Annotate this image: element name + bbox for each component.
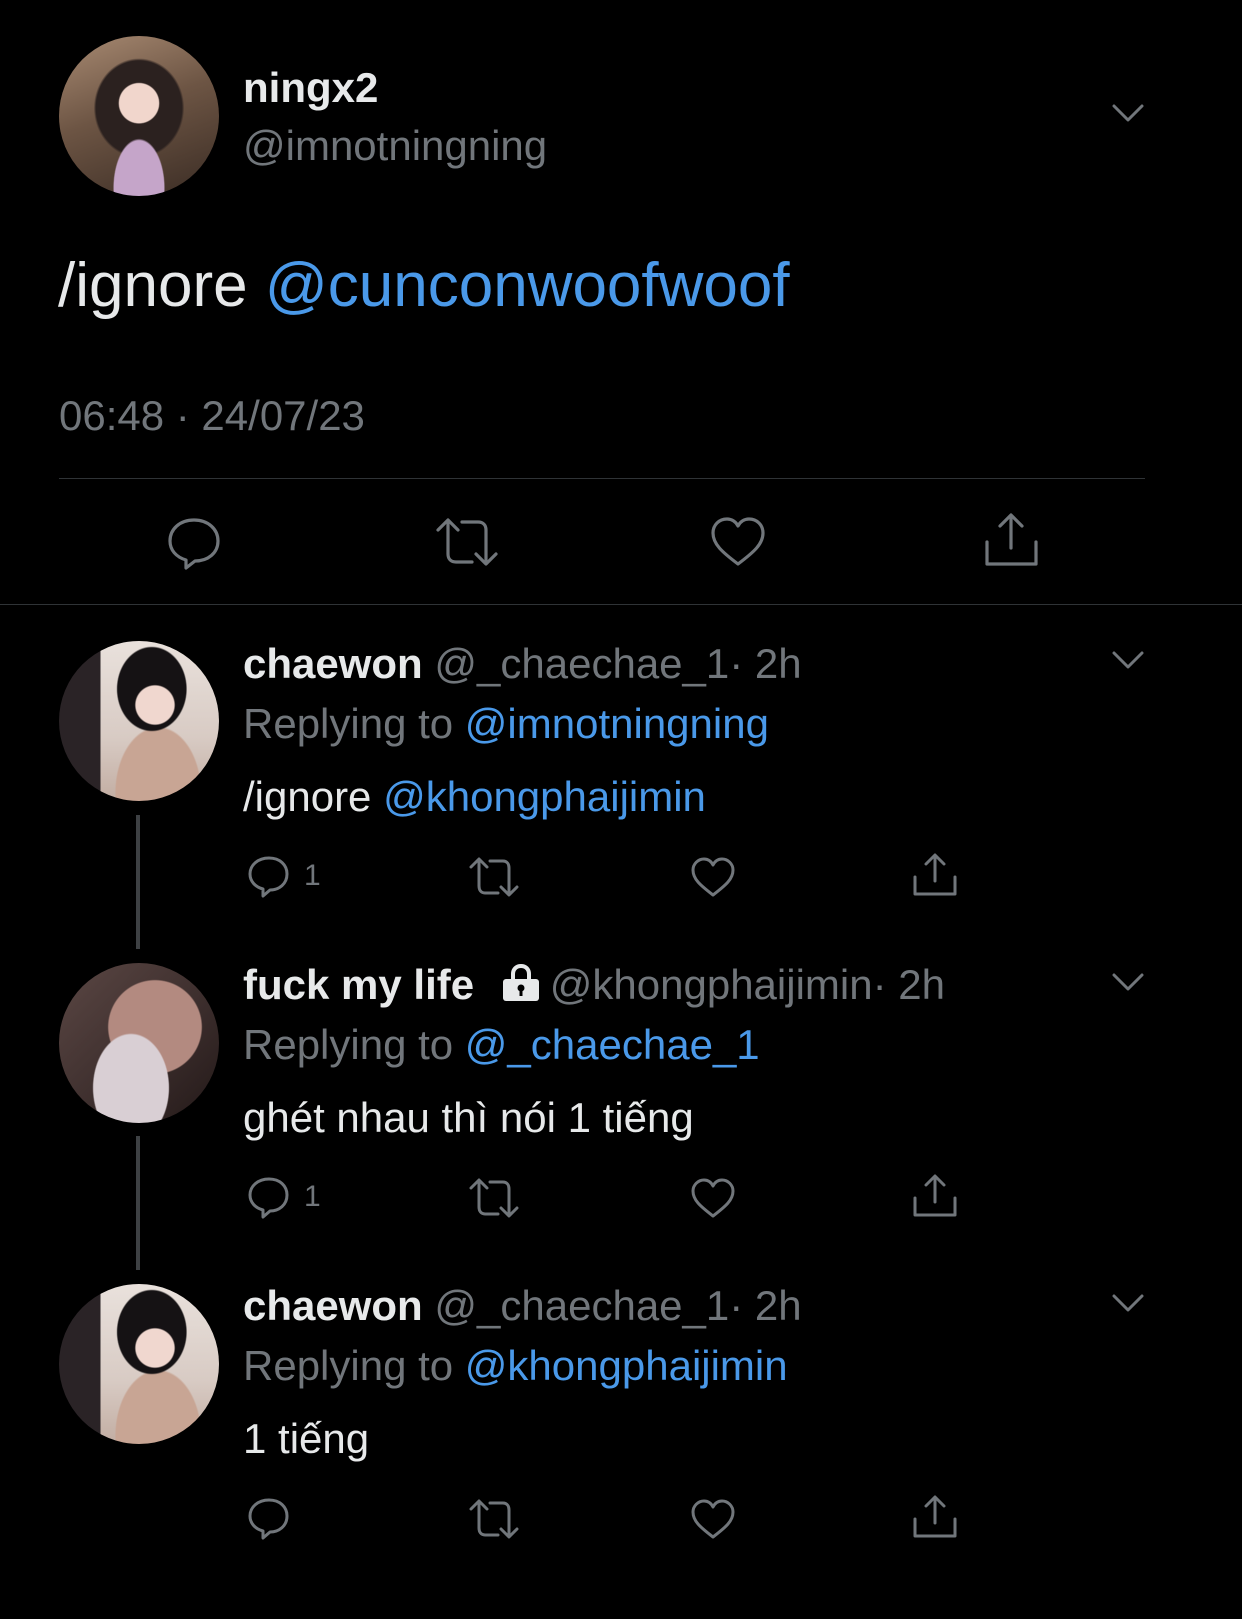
handle[interactable]: @khongphaijimin xyxy=(550,961,873,1008)
replying-to-link[interactable]: @_chaechae_1 xyxy=(465,1021,760,1068)
replying-to-link[interactable]: @khongphaijimin xyxy=(465,1342,788,1389)
timestamp[interactable]: 06:48 · 24/07/23 xyxy=(59,392,365,440)
divider xyxy=(59,478,1145,479)
share-icon[interactable] xyxy=(982,510,1042,570)
mention-link[interactable]: @cunconwoofwoof xyxy=(265,251,790,320)
display-name[interactable]: fuck my life xyxy=(243,961,474,1008)
share-icon[interactable] xyxy=(911,1172,959,1220)
retweet-icon[interactable] xyxy=(434,514,500,570)
reply-text-prefix: /ignore xyxy=(243,773,384,820)
like-icon[interactable] xyxy=(689,1176,737,1220)
avatar[interactable] xyxy=(59,1284,219,1444)
replying-to: Replying to @_chaechae_1 xyxy=(243,1021,760,1069)
time[interactable]: · 2h xyxy=(873,961,945,1008)
reply-icon[interactable] xyxy=(246,1174,292,1220)
like-icon[interactable] xyxy=(689,855,737,899)
replying-label: Replying to xyxy=(243,1021,465,1068)
tweet-text: /ignore @cunconwoofwoof xyxy=(58,250,790,321)
reply-text: /ignore @khongphaijimin xyxy=(243,773,706,821)
display-name[interactable]: ningx2 xyxy=(243,64,378,112)
handle[interactable]: @imnotningning xyxy=(243,122,547,170)
display-name[interactable]: chaewon xyxy=(243,640,423,687)
reply-header: fuck my life @khongphaijimin· 2h xyxy=(243,961,945,1009)
retweet-icon[interactable] xyxy=(468,1176,520,1220)
avatar[interactable] xyxy=(59,36,219,196)
replying-to: Replying to @khongphaijimin xyxy=(243,1342,788,1390)
time[interactable]: · 2h xyxy=(729,1282,801,1329)
replying-label: Replying to xyxy=(243,700,465,747)
avatar[interactable] xyxy=(59,963,219,1123)
chevron-down-icon[interactable] xyxy=(1108,100,1148,128)
chevron-down-icon[interactable] xyxy=(1108,969,1148,997)
section-divider xyxy=(0,604,1242,605)
like-icon[interactable] xyxy=(689,1497,737,1541)
share-icon[interactable] xyxy=(911,1493,959,1541)
reply-text: 1 tiếng xyxy=(243,1415,370,1462)
replying-label: Replying to xyxy=(243,1342,465,1389)
thread-line xyxy=(136,1136,140,1270)
like-icon[interactable] xyxy=(708,514,768,570)
retweet-icon[interactable] xyxy=(468,855,520,899)
reply-text: ghét nhau thì nói 1 tiếng xyxy=(243,1094,694,1141)
share-icon[interactable] xyxy=(911,851,959,899)
chevron-down-icon[interactable] xyxy=(1108,647,1148,675)
avatar[interactable] xyxy=(59,641,219,801)
display-name[interactable]: chaewon xyxy=(243,1282,423,1329)
thread-line xyxy=(136,815,140,949)
chevron-down-icon[interactable] xyxy=(1108,1290,1148,1318)
reply-icon[interactable] xyxy=(246,1495,292,1541)
replying-to-link[interactable]: @imnotningning xyxy=(465,700,769,747)
reply-header: chaewon @_chaechae_1· 2h xyxy=(243,1282,802,1330)
handle[interactable]: @_chaechae_1 xyxy=(434,1282,729,1329)
handle[interactable]: @_chaechae_1 xyxy=(434,640,729,687)
reply-icon[interactable] xyxy=(164,512,224,572)
tweet-text-prefix: /ignore xyxy=(58,251,265,320)
retweet-icon[interactable] xyxy=(468,1497,520,1541)
time[interactable]: · 2h xyxy=(729,640,801,687)
replying-to: Replying to @imnotningning xyxy=(243,700,769,748)
mention-link[interactable]: @khongphaijimin xyxy=(383,773,706,820)
reply-icon[interactable] xyxy=(246,853,292,899)
reply-header: chaewon @_chaechae_1· 2h xyxy=(243,640,802,688)
reply-count: 1 xyxy=(304,859,321,892)
reply-count: 1 xyxy=(304,1180,321,1213)
lock-icon xyxy=(500,963,542,1003)
